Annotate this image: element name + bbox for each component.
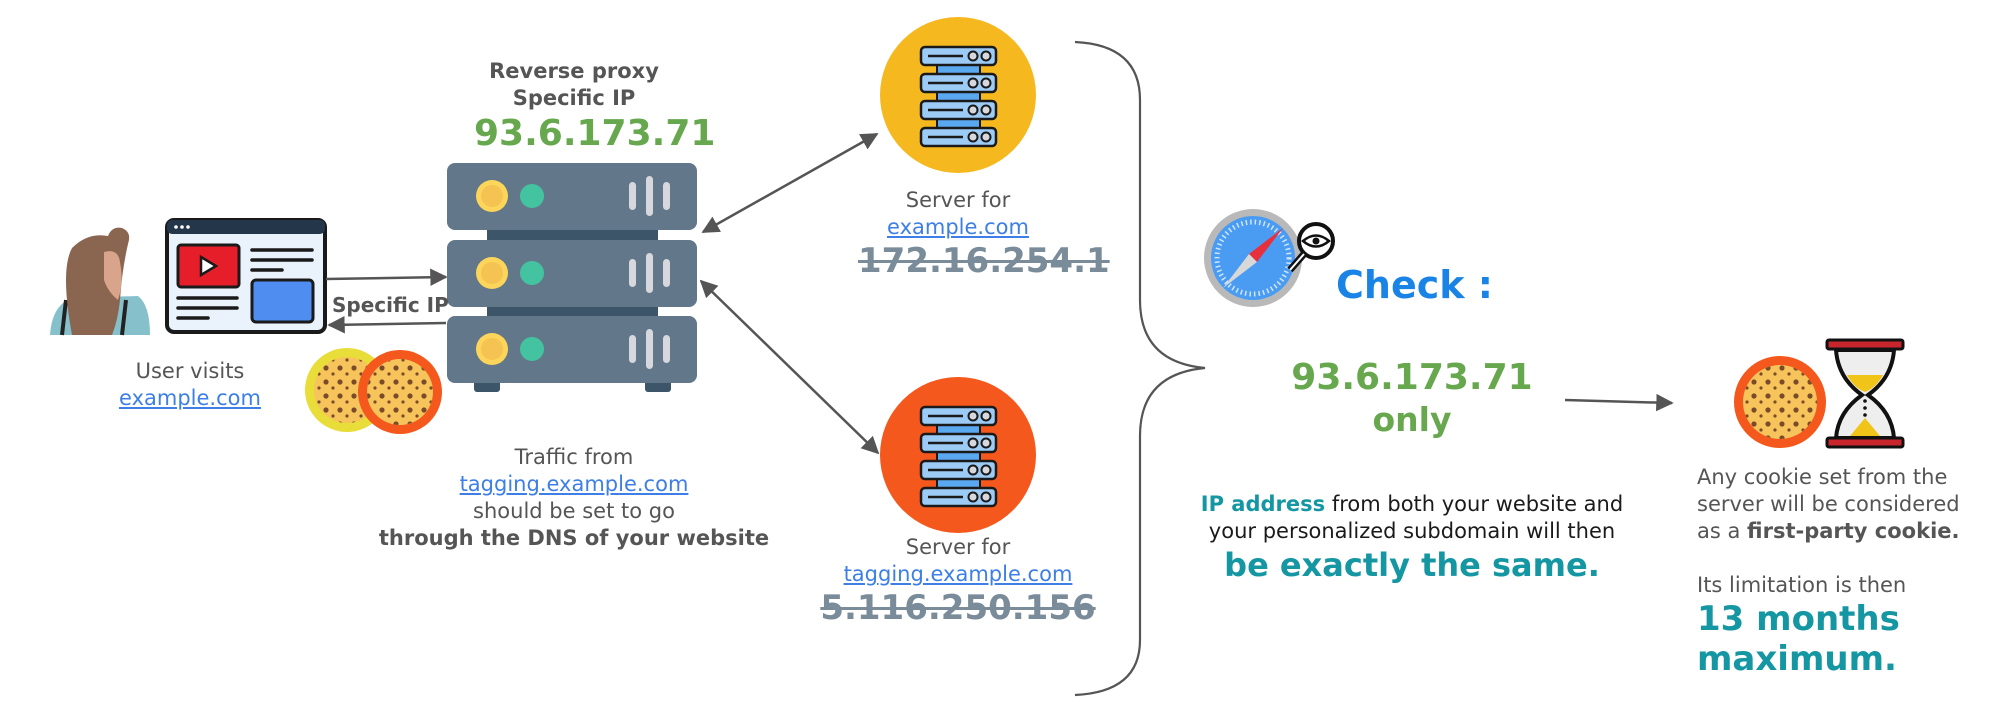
- hourglass-icon: [1825, 338, 1905, 449]
- proxy-header: Reverse proxy Specific IP 93.6.173.71: [474, 58, 716, 156]
- traffic-note-line3: should be set to go: [473, 499, 675, 523]
- proxy-main-server-arrow: [701, 132, 879, 234]
- browser-inspect-icon: [1204, 209, 1335, 307]
- traffic-note: Traffic from tagging.example.com should …: [374, 444, 774, 552]
- check-title: Check :: [1336, 263, 1493, 307]
- first-party-cookie-icon: [358, 350, 442, 434]
- explanation-line1: IP address from both your website and: [1162, 491, 1662, 518]
- check-qualifier: only: [1372, 400, 1452, 439]
- main-server-caption: Server for example.com 172.16.254.1: [858, 187, 1110, 281]
- tagging-domain-link[interactable]: tagging.example.com: [374, 471, 774, 498]
- tagging-server-link[interactable]: tagging.example.com: [818, 561, 1098, 588]
- response-arrow: [327, 315, 447, 334]
- request-arrow: [325, 268, 448, 287]
- check-result: 93.6.173.71 only: [1262, 356, 1562, 440]
- result-line2: server will be considered: [1697, 492, 1960, 516]
- user-avatar-icon: [50, 227, 150, 336]
- proxy-tagging-server-arrow: [699, 279, 880, 455]
- result-arrow: [1564, 393, 1674, 412]
- explanation-emphasis: be exactly the same.: [1224, 546, 1600, 584]
- proxy-subtitle: Specific IP: [512, 86, 636, 110]
- browser-window-icon: [165, 218, 327, 334]
- connection-label: Specific IP: [332, 293, 449, 317]
- explanation-line1-rest: from both your website and: [1325, 492, 1624, 516]
- user-site-link[interactable]: example.com: [90, 385, 290, 412]
- check-ip: 93.6.173.71: [1291, 357, 1533, 398]
- check-explanation: IP address from both your website and yo…: [1162, 491, 1662, 585]
- main-server-link[interactable]: example.com: [858, 214, 1058, 241]
- limitation-value-line1: 13 months: [1697, 599, 1900, 639]
- tagging-server-old-ip: 5.116.250.156: [820, 588, 1096, 628]
- result-line3-bold: first-party cookie.: [1747, 519, 1960, 543]
- tagging-server-caption: Server for tagging.example.com 5.116.250…: [818, 534, 1098, 628]
- main-server-old-ip: 172.16.254.1: [858, 241, 1110, 281]
- result-line3-prefix: as a: [1697, 519, 1748, 543]
- explanation-keyword: IP address: [1200, 492, 1326, 516]
- traffic-note-emphasis: through the DNS of your website: [378, 526, 770, 550]
- limitation-value-line2: maximum.: [1697, 639, 1897, 679]
- result-description: Any cookie set from the server will be c…: [1697, 464, 1960, 545]
- explanation-line2: your personalized subdomain will then: [1208, 519, 1616, 543]
- limitation-intro: Its limitation is then: [1697, 573, 1907, 597]
- main-server-icon: [880, 17, 1036, 173]
- first-party-cookie-result-icon: [1734, 356, 1826, 448]
- tagging-server-icon: [880, 377, 1036, 533]
- traffic-note-line1: Traffic from: [514, 445, 634, 469]
- result-line3: as a first-party cookie.: [1697, 518, 1960, 545]
- user-caption-text: User visits: [135, 359, 245, 383]
- limitation-block: Its limitation is then 13 months maximum…: [1697, 572, 1906, 679]
- tagging-server-label: Server for: [905, 535, 1011, 559]
- reverse-proxy-server-icon: [447, 163, 697, 392]
- proxy-ip: 93.6.173.71: [474, 113, 716, 154]
- proxy-title: Reverse proxy: [489, 59, 659, 83]
- result-line1: Any cookie set from the: [1697, 465, 1948, 489]
- main-server-label: Server for: [905, 188, 1011, 212]
- user-caption: User visits example.com: [90, 358, 290, 412]
